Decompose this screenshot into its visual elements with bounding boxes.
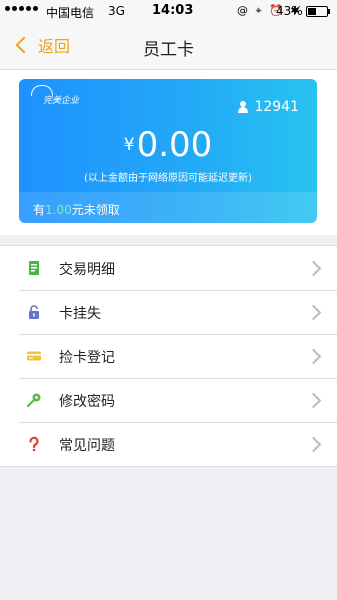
menu-item-label: 交易明细 [59, 262, 115, 278]
card-user: 12941 [238, 99, 299, 115]
ledger-icon [29, 261, 39, 275]
menu-item-change-password[interactable]: 修改密码 [0, 378, 337, 422]
signal-strength-icon [5, 6, 38, 11]
user-id: 12941 [254, 99, 299, 115]
card-icon [27, 351, 41, 361]
chevron-right-icon [305, 392, 322, 409]
lock-icon [29, 305, 39, 319]
network-type: 3G [108, 4, 125, 18]
unclaimed-text: 有1.00元未领取 [33, 201, 120, 218]
chevron-right-icon [305, 304, 322, 321]
unclaimed-prefix: 有 [33, 203, 46, 217]
balance-note: (以上金额由于网络原因可能延迟更新) [84, 173, 252, 184]
page-title: 员工卡 [143, 40, 194, 60]
chevron-right-icon [305, 348, 322, 365]
question-icon [29, 436, 39, 452]
menu-item-label: 常见问题 [59, 438, 115, 454]
employee-card[interactable]: 完美企业 12941 ¥0.00 (以上金额由于网络原因可能延迟更新) 有1.0… [19, 79, 317, 223]
menu-item-transactions[interactable]: 交易明细 [0, 246, 337, 290]
menu-item-faq[interactable]: 常见问题 [0, 422, 337, 466]
menu-item-label: 卡挂失 [59, 306, 101, 322]
status-bar: 中国电信 3G 14:03 @ ⌖ ⏰ ✱ 43% [0, 0, 337, 22]
menu-item-label: 修改密码 [59, 394, 115, 410]
unclaimed-suffix: 元未领取 [71, 203, 120, 217]
balance-amount: ¥0.00 [19, 125, 317, 165]
menu-item-found-card[interactable]: 捡卡登记 [0, 334, 337, 378]
company-logo: 完美企业 [31, 85, 79, 106]
menu-item-label: 捡卡登记 [59, 350, 115, 366]
battery-percent: 43% [276, 4, 303, 18]
chevron-right-icon [305, 436, 322, 453]
menu-item-report-lost[interactable]: 卡挂失 [0, 290, 337, 334]
nav-bar: 返回 员工卡 [0, 22, 337, 69]
unclaimed-value: 1.00 [45, 203, 72, 217]
user-icon [238, 101, 249, 113]
currency-symbol: ¥ [123, 135, 135, 155]
menu-list: 交易明细 卡挂失 捡卡登记 修改密码 常见问题 [0, 245, 337, 467]
carrier-name: 中国电信 [46, 6, 95, 20]
card-section: 完美企业 12941 ¥0.00 (以上金额由于网络原因可能延迟更新) 有1.0… [0, 70, 337, 235]
key-icon [26, 393, 41, 408]
status-time: 14:03 [152, 3, 194, 18]
top-bar: 中国电信 3G 14:03 @ ⌖ ⏰ ✱ 43% 返回 员工卡 [0, 0, 337, 70]
balance-value: 0.00 [136, 125, 213, 165]
battery-icon [306, 6, 330, 17]
cloud-icon [31, 85, 53, 96]
logo-text: 完美企业 [43, 96, 80, 106]
chevron-right-icon [305, 260, 322, 277]
unclaimed-bar[interactable]: 有1.00元未领取 [19, 192, 317, 223]
